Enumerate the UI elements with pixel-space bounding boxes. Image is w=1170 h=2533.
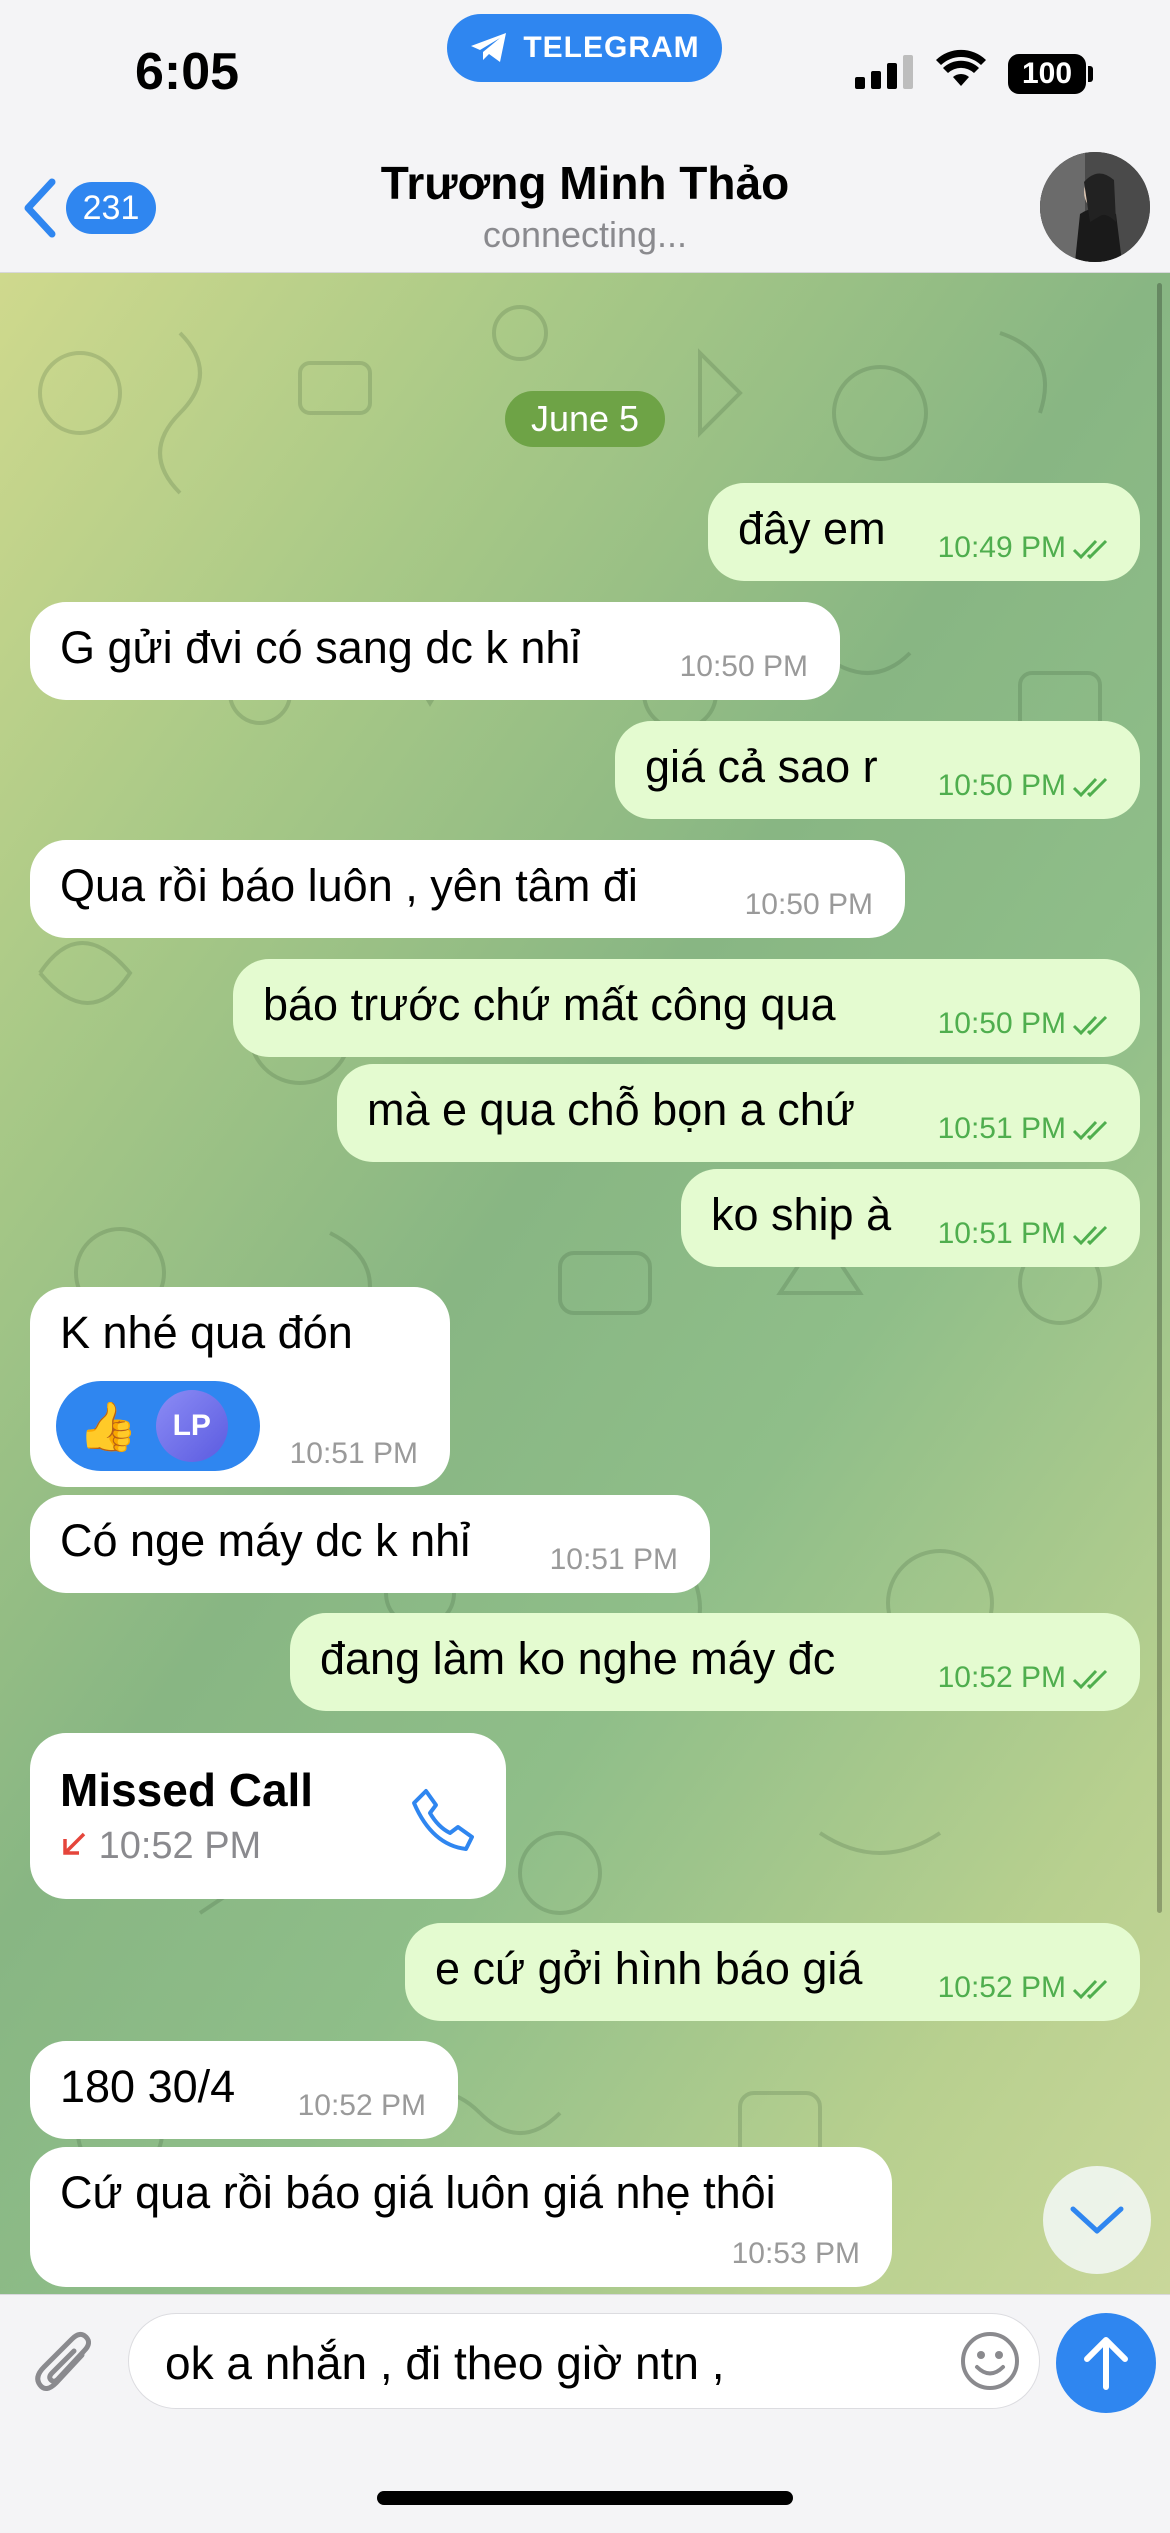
message-time: 10:51 PM [289,1437,418,1470]
battery-indicator: 100 [1008,54,1086,94]
message-time: 10:52 PM [297,2089,426,2122]
chat-area[interactable]: June 5 đây em 10:49 PM G gửi đvi có sang… [0,273,1170,2294]
message-outgoing[interactable]: e cứ gởi hình báo giá 10:52 PM [405,1923,1140,2021]
message-text: giá cả sao r [645,741,878,792]
connection-status: connecting... [482,214,688,255]
message-outgoing[interactable]: đây em 10:49 PM [708,483,1140,581]
message-text: đang làm ko nghe máy đc [320,1633,836,1684]
message-time: 10:50 PM [679,650,808,683]
missed-call-message[interactable]: Missed Call 10:52 PM [30,1733,506,1899]
message-time: 10:51 PM [549,1543,678,1576]
scroll-to-bottom-button[interactable] [1043,2166,1151,2274]
arrow-up-icon [1084,2337,1128,2390]
double-check-icon [1072,1120,1108,1141]
message-input-value: ok a nhắn , đi theo giờ ntn , [165,2337,725,2389]
message-meta: 10:49 PM [938,531,1112,565]
phone-icon[interactable] [408,1785,478,1855]
message-text: 180 30/4 [60,2061,236,2112]
message-outgoing[interactable]: đang làm ko nghe máy đc 10:52 PM [290,1613,1140,1711]
message-text: đây em [738,503,886,554]
thumbs-up-icon: 👍 [78,1400,138,1454]
double-check-icon [1072,1225,1108,1246]
message-time: 10:51 PM [937,1112,1066,1145]
status-time: 6:05 [135,43,240,101]
missed-call-arrow-icon [63,1832,86,1855]
message-text: G gửi đvi có sang dc k nhỉ [60,622,581,673]
message-incoming[interactable]: K nhé qua đón 👍 LP 10:51 PM [30,1287,450,1487]
message-time: 10:52 PM [937,1661,1066,1694]
message-incoming[interactable]: Cứ qua rồi báo giá luôn giá nhẹ thôi 10:… [30,2147,892,2287]
chat-title[interactable]: Trương Minh Thảo [0,156,1170,210]
message-text: K nhé qua đón [60,1307,353,1358]
message-incoming[interactable]: 180 30/4 10:52 PM [30,2041,458,2139]
message-meta: 10:50 PM [938,1007,1112,1041]
message-outgoing[interactable]: báo trước chứ mất công qua 10:50 PM [233,959,1140,1057]
home-indicator [377,2491,793,2505]
paperclip-icon[interactable] [30,2325,100,2405]
message-time: 10:50 PM [937,769,1066,802]
battery-tip [1088,66,1093,82]
missed-call-time-row: 10:52 PM [60,1825,261,1868]
chat-header: 231 Trương Minh Thảo connecting... [0,140,1170,273]
message-time: 10:51 PM [937,1217,1066,1250]
date-separator: June 5 [505,391,665,447]
cellular-signal-icon [855,55,913,89]
telegram-pill-label: TELEGRAM [523,31,700,64]
message-meta: 10:52 PM [938,1971,1112,2005]
telegram-icon [471,33,507,62]
message-text: e cứ gởi hình báo giá [435,1943,863,1994]
message-incoming[interactable]: Có nge máy dc k nhỉ 10:51 PM [30,1495,710,1593]
message-outgoing[interactable]: ko ship à 10:51 PM [681,1169,1140,1267]
composer-bar: ok a nhắn , đi theo giờ ntn , [0,2294,1170,2533]
chat-scrollbar[interactable] [1157,283,1162,1913]
message-time: 10:53 PM [731,2237,860,2270]
message-text: Cứ qua rồi báo giá luôn giá nhẹ thôi [60,2167,776,2218]
message-meta: 10:52 PM [938,1661,1112,1695]
message-text: Có nge máy dc k nhỉ [60,1515,471,1566]
message-text: Qua rồi báo luôn , yên tâm đi [60,860,638,911]
message-time: 10:52 PM [937,1971,1066,2004]
message-meta: 10:50 PM [938,769,1112,803]
message-text: ko ship à [711,1189,892,1240]
message-meta: 10:51 PM [938,1112,1112,1146]
message-time: 10:50 PM [937,1007,1066,1040]
message-outgoing[interactable]: giá cả sao r 10:50 PM [615,721,1140,819]
message-text: báo trước chứ mất công qua [263,979,836,1030]
status-bar: 6:05 TELEGRAM 100 [0,0,1170,140]
missed-call-time: 10:52 PM [98,1825,262,1867]
message-meta: 10:51 PM [938,1217,1112,1251]
send-button[interactable] [1056,2313,1156,2413]
smiley-icon[interactable] [959,2330,1021,2392]
missed-call-title: Missed Call [60,1764,314,1816]
double-check-icon [1072,539,1108,560]
contact-avatar[interactable] [1040,152,1150,262]
reaction-chip[interactable]: 👍 LP [56,1381,260,1471]
double-check-icon [1072,777,1108,798]
message-time: 10:49 PM [937,531,1066,564]
double-check-icon [1072,1015,1108,1036]
reactor-avatar: LP [155,1390,228,1462]
wifi-icon [936,49,986,86]
message-input[interactable]: ok a nhắn , đi theo giờ ntn , [128,2313,1040,2409]
double-check-icon [1072,1669,1108,1690]
telegram-pill[interactable]: TELEGRAM [447,14,722,82]
message-incoming[interactable]: Qua rồi báo luôn , yên tâm đi 10:50 PM [30,840,905,938]
message-time: 10:50 PM [744,888,873,921]
message-text: mà e qua chỗ bọn a chứ [367,1084,855,1135]
double-check-icon [1072,1979,1108,2000]
message-outgoing[interactable]: mà e qua chỗ bọn a chứ 10:51 PM [337,1064,1140,1162]
chevron-down-icon [1070,2206,1124,2234]
message-incoming[interactable]: G gửi đvi có sang dc k nhỉ 10:50 PM [30,602,840,700]
